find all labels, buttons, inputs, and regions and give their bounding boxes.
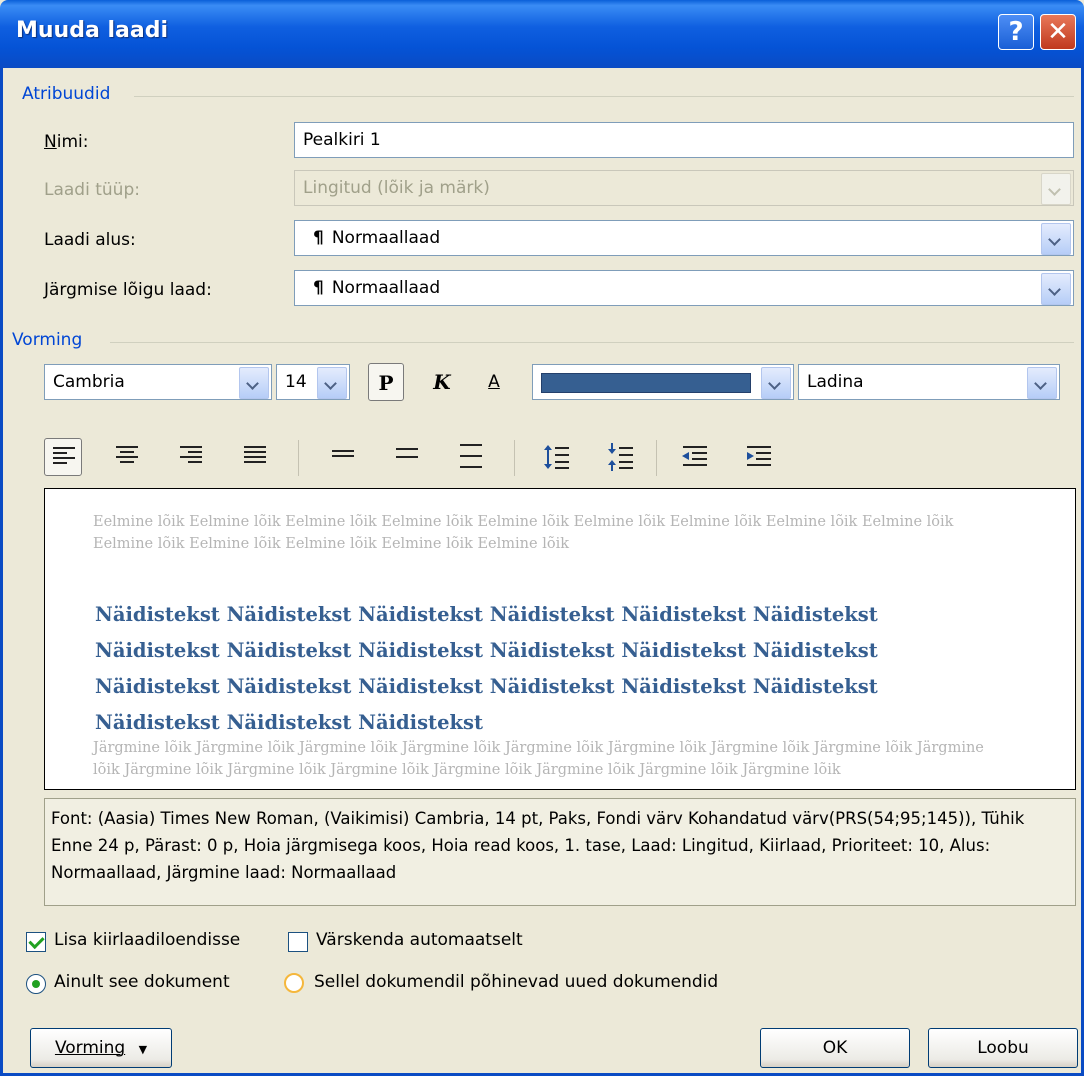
title-bar[interactable]: Muuda laadi ? ✕ [0, 0, 1084, 68]
style-type-select: Lingitud (lõik ja märk) [294, 170, 1074, 206]
toolbar-separator [656, 440, 657, 476]
add-to-quick-styles-checkbox[interactable] [26, 932, 46, 952]
decrease-indent-button[interactable] [676, 438, 714, 476]
italic-button[interactable]: K [424, 363, 460, 401]
align-center-icon [116, 446, 146, 470]
name-input[interactable]: Pealkiri 1 [294, 122, 1074, 158]
chevron-down-icon [1041, 173, 1071, 205]
window-title: Muuda laadi [16, 18, 168, 43]
formatting-divider [110, 342, 1074, 343]
chevron-down-icon[interactable] [1041, 273, 1071, 305]
size-value: 14 [285, 372, 307, 392]
size-select[interactable]: 14 [276, 364, 350, 400]
chevron-down-icon[interactable] [1041, 223, 1071, 255]
chevron-down-icon[interactable] [1027, 367, 1057, 399]
font-select[interactable]: Cambria [44, 364, 272, 400]
format-menu-button[interactable]: Vorming ▼ [30, 1028, 172, 1068]
underline-button[interactable]: A [476, 363, 512, 401]
based-on-value: Normaallaad [331, 228, 441, 248]
toolbar-separator [298, 440, 299, 476]
outdent-icon [682, 446, 707, 466]
font-color-swatch [541, 373, 751, 393]
style-type-value: Lingitud (lõik ja märk) [303, 178, 490, 198]
formatting-group-label: Vorming [12, 330, 83, 350]
spacing-before-increase-icon [544, 445, 569, 469]
language-value: Ladina [807, 372, 864, 392]
new-documents-radio[interactable] [284, 973, 304, 993]
based-on-label: Laadi alus: [44, 230, 136, 250]
name-label: Nimi: [44, 132, 89, 152]
attributes-group-label: Atribuudid [22, 84, 111, 104]
sample-text-preview: Näidistekst Näidistekst Näidistekst Näid… [95, 603, 878, 734]
help-button[interactable]: ? [998, 14, 1034, 50]
name-label-text: imi: [56, 132, 89, 152]
font-color-select[interactable] [532, 364, 794, 400]
format-button-label: Vorming [54, 1038, 126, 1058]
align-center-button[interactable] [108, 438, 146, 476]
style-description: Font: (Aasia) Times New Roman, (Vaikimis… [44, 798, 1076, 906]
style-type-label: Laadi tüüp: [44, 180, 140, 200]
one-half-spacing-button[interactable] [388, 438, 426, 476]
toolbar-separator [514, 440, 515, 476]
next-style-label: Järgmise lõigu laad: [44, 280, 212, 300]
align-right-icon [180, 446, 210, 470]
attributes-divider [134, 96, 1074, 97]
auto-update-label[interactable]: Värskenda automaatselt [316, 930, 523, 950]
indent-icon [747, 446, 771, 466]
next-paragraph-preview: Järgmine lõik Järgmine lõik Järgmine lõi… [93, 740, 984, 778]
only-this-document-radio[interactable] [26, 974, 46, 994]
align-left-icon [53, 447, 83, 471]
add-to-quick-styles-label[interactable]: Lisa kiirlaadiloendisse [54, 930, 240, 950]
previous-paragraph-preview: Eelmine lõik Eelmine lõik Eelmine lõik E… [93, 514, 954, 552]
cancel-button[interactable]: Loobu [928, 1028, 1078, 1068]
chevron-down-icon[interactable] [317, 367, 347, 399]
justify-button[interactable] [236, 438, 274, 476]
double-spacing-icon [460, 444, 490, 468]
single-spacing-icon [332, 450, 362, 474]
language-select[interactable]: Ladina [798, 364, 1060, 400]
chevron-down-icon[interactable] [761, 367, 791, 399]
pilcrow-icon: ¶ [313, 228, 324, 248]
chevron-down-icon: ▼ [138, 1043, 148, 1056]
single-spacing-button[interactable] [324, 438, 362, 476]
next-style-select[interactable]: ¶ Normaallaad [294, 270, 1074, 306]
name-input-value: Pealkiri 1 [303, 130, 381, 150]
pilcrow-icon: ¶ [313, 278, 324, 298]
close-button[interactable]: ✕ [1040, 14, 1076, 50]
based-on-select[interactable]: ¶ Normaallaad [294, 220, 1074, 256]
chevron-down-icon[interactable] [239, 367, 269, 399]
one-half-spacing-icon [396, 448, 426, 472]
auto-update-checkbox[interactable] [288, 932, 308, 952]
spacing-before-decrease-icon [608, 443, 633, 471]
only-this-document-label[interactable]: Ainult see dokument [54, 972, 230, 992]
decrease-spacing-before-button[interactable] [602, 438, 640, 476]
align-left-button[interactable] [44, 438, 82, 476]
align-right-button[interactable] [172, 438, 210, 476]
justify-icon [244, 446, 274, 470]
increase-spacing-before-button[interactable] [538, 438, 576, 476]
font-value: Cambria [53, 372, 125, 392]
increase-indent-button[interactable] [740, 438, 778, 476]
next-style-value: Normaallaad [331, 278, 441, 298]
double-spacing-button[interactable] [452, 438, 490, 476]
bold-button[interactable]: P [368, 363, 404, 401]
new-documents-label[interactable]: Sellel dokumendil põhinevad uued dokumen… [314, 972, 718, 992]
ok-button[interactable]: OK [760, 1028, 910, 1068]
style-preview: Eelmine lõik Eelmine lõik Eelmine lõik E… [44, 488, 1076, 790]
